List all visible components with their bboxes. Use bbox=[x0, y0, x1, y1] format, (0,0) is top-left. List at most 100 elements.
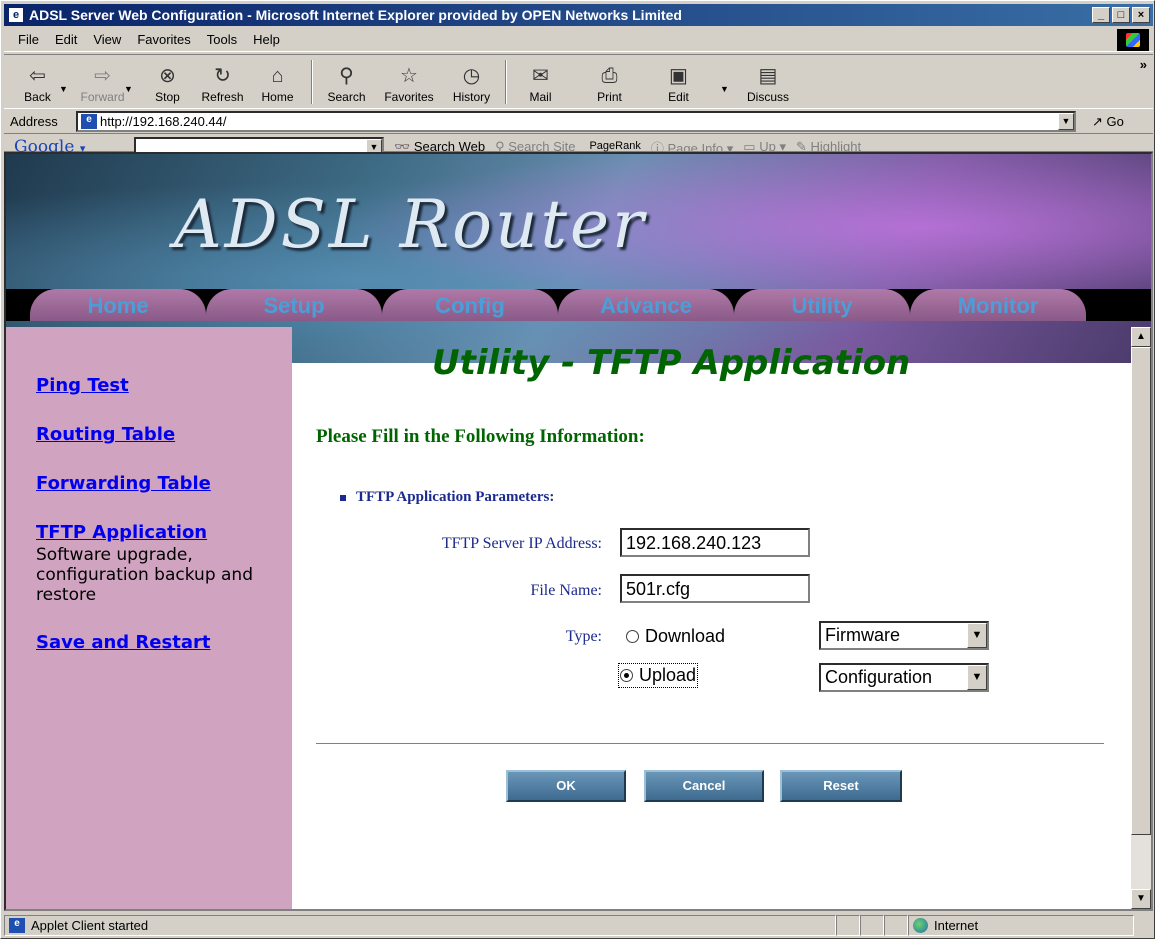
history-icon: ◷ bbox=[462, 64, 481, 87]
scroll-down-icon[interactable]: ▼ bbox=[1131, 889, 1151, 909]
forward-label: Forward bbox=[80, 89, 125, 104]
discuss-icon: ▤ bbox=[758, 64, 778, 87]
tab-setup[interactable]: Setup bbox=[206, 289, 382, 321]
download-radio-button[interactable] bbox=[626, 630, 639, 643]
go-label: Go bbox=[1106, 113, 1124, 129]
favorites-button[interactable]: ☆ Favorites bbox=[374, 57, 444, 107]
minimize-button[interactable]: _ bbox=[1092, 7, 1110, 23]
status-bar: e Applet Client started Internet bbox=[4, 913, 1153, 937]
mail-button[interactable]: ✉ Mail bbox=[513, 57, 568, 107]
menu-view[interactable]: View bbox=[85, 32, 129, 47]
refresh-button[interactable]: ↻ Refresh bbox=[195, 57, 250, 107]
print-button[interactable]: ⎙ Print bbox=[582, 57, 637, 107]
globe-icon bbox=[913, 917, 928, 933]
home-button[interactable]: ⌂ Home bbox=[250, 57, 305, 107]
back-button[interactable]: ⇦ Back bbox=[10, 57, 65, 107]
mail-icon: ✉ bbox=[532, 64, 549, 87]
sidebar-item-ping-test[interactable]: Ping Test bbox=[36, 375, 292, 396]
upload-radio[interactable]: Upload bbox=[618, 663, 699, 688]
status-message-cell: e Applet Client started bbox=[4, 914, 836, 936]
download-type-select[interactable]: Firmware ▼ bbox=[819, 621, 989, 650]
sidebar-item-save-and-restart[interactable]: Save and Restart bbox=[36, 632, 292, 653]
word-edit-icon: ▣ bbox=[669, 64, 688, 87]
toolbar-separator bbox=[311, 59, 313, 104]
upload-type-select[interactable]: Configuration ▼ bbox=[819, 663, 989, 692]
toolbar: ⇦ Back ▼ ⇨ Forward ▼ ⊗ Stop ↻ Refresh ⌂ … bbox=[4, 54, 1153, 158]
stop-button[interactable]: ⊗ Stop bbox=[140, 57, 195, 107]
title-bar: e ADSL Server Web Configuration - Micros… bbox=[4, 4, 1153, 26]
address-input[interactable]: e http://192.168.240.44/ ▼ bbox=[76, 111, 1076, 132]
close-button[interactable]: × bbox=[1132, 7, 1150, 23]
forward-arrow-icon: ⇨ bbox=[94, 64, 111, 87]
home-icon: ⌂ bbox=[271, 64, 284, 87]
server-ip-input[interactable]: 192.168.240.123 bbox=[620, 528, 810, 557]
scroll-up-icon[interactable]: ▲ bbox=[1131, 327, 1151, 347]
history-label: History bbox=[452, 89, 491, 104]
back-dropdown-icon[interactable]: ▼ bbox=[59, 70, 71, 94]
forward-dropdown-icon[interactable]: ▼ bbox=[124, 70, 136, 94]
page-title: Utility - TFTP Application bbox=[432, 343, 911, 383]
back-label: Back bbox=[24, 89, 51, 104]
search-icon: ⚲ bbox=[339, 64, 354, 87]
menu-tools[interactable]: Tools bbox=[199, 32, 245, 47]
upload-label: Upload bbox=[639, 665, 697, 685]
ie-icon: e bbox=[8, 7, 24, 23]
utility-sidebar: Ping Test Routing Table Forwarding Table… bbox=[6, 327, 292, 909]
tab-home[interactable]: Home bbox=[30, 289, 206, 321]
menu-favorites[interactable]: Favorites bbox=[129, 32, 198, 47]
zone-label: Internet bbox=[934, 917, 979, 933]
search-button[interactable]: ⚲ Search bbox=[319, 57, 374, 107]
mail-label: Mail bbox=[529, 89, 552, 104]
print-icon: ⎙ bbox=[601, 64, 618, 87]
status-message: Applet Client started bbox=[31, 917, 149, 933]
upload-radio-button[interactable] bbox=[620, 669, 633, 682]
status-cell bbox=[860, 914, 884, 936]
stop-label: Stop bbox=[155, 89, 180, 104]
go-arrow-icon: ↗ bbox=[1092, 113, 1103, 129]
status-cell bbox=[884, 914, 908, 936]
scroll-thumb[interactable] bbox=[1131, 347, 1151, 835]
sidebar-item-routing-table[interactable]: Routing Table bbox=[36, 424, 292, 445]
type-label: Type: bbox=[565, 628, 602, 645]
go-button[interactable]: ↗ Go bbox=[1092, 114, 1124, 130]
sidebar-item-tftp-application[interactable]: TFTP Application bbox=[36, 522, 292, 543]
select-dropdown-icon[interactable]: ▼ bbox=[967, 623, 987, 648]
file-name-label: File Name: bbox=[530, 582, 602, 599]
sidebar-item-forwarding-table[interactable]: Forwarding Table bbox=[36, 473, 292, 494]
download-radio[interactable]: Download bbox=[626, 626, 725, 647]
tab-utility[interactable]: Utility bbox=[734, 289, 910, 321]
favorites-label: Favorites bbox=[384, 89, 434, 104]
file-name-input[interactable]: 501r.cfg bbox=[620, 574, 810, 603]
ok-button[interactable]: OK bbox=[506, 770, 626, 802]
refresh-icon: ↻ bbox=[214, 64, 231, 87]
tab-monitor[interactable]: Monitor bbox=[910, 289, 1086, 321]
maximize-button[interactable]: □ bbox=[1112, 7, 1130, 23]
reset-button[interactable]: Reset bbox=[780, 770, 902, 802]
discuss-label: Discuss bbox=[746, 89, 789, 104]
forward-button[interactable]: ⇨ Forward bbox=[75, 57, 130, 107]
tab-advance[interactable]: Advance bbox=[558, 289, 734, 321]
menu-edit[interactable]: Edit bbox=[47, 32, 85, 47]
discuss-button[interactable]: ▤ Discuss bbox=[736, 57, 800, 107]
select-dropdown-icon[interactable]: ▼ bbox=[967, 665, 987, 690]
upload-select-value: Configuration bbox=[825, 667, 933, 687]
refresh-label: Refresh bbox=[201, 89, 244, 104]
toolbar-more-icon[interactable]: » bbox=[1140, 57, 1147, 72]
menu-help[interactable]: Help bbox=[245, 32, 288, 47]
history-button[interactable]: ◷ History bbox=[444, 57, 499, 107]
back-arrow-icon: ⇦ bbox=[29, 64, 46, 87]
sidebar-item-description: Software upgrade, configuration backup a… bbox=[36, 545, 253, 605]
cancel-button[interactable]: Cancel bbox=[644, 770, 764, 802]
download-select-value: Firmware bbox=[825, 625, 900, 645]
stop-icon: ⊗ bbox=[159, 64, 176, 87]
home-label: Home bbox=[261, 89, 294, 104]
edit-button[interactable]: ▣ Edit bbox=[651, 57, 706, 107]
browser-window: e ADSL Server Web Configuration - Micros… bbox=[0, 0, 1155, 939]
address-url: http://192.168.240.44/ bbox=[100, 114, 227, 129]
vertical-scrollbar[interactable]: ▲ ▼ bbox=[1131, 327, 1151, 909]
edit-dropdown-icon[interactable]: ▼ bbox=[720, 70, 732, 94]
tab-config[interactable]: Config bbox=[382, 289, 558, 321]
menu-file[interactable]: File bbox=[4, 32, 47, 47]
address-dropdown-icon[interactable]: ▼ bbox=[1058, 113, 1074, 130]
window-controls: _ □ × bbox=[1092, 7, 1150, 23]
